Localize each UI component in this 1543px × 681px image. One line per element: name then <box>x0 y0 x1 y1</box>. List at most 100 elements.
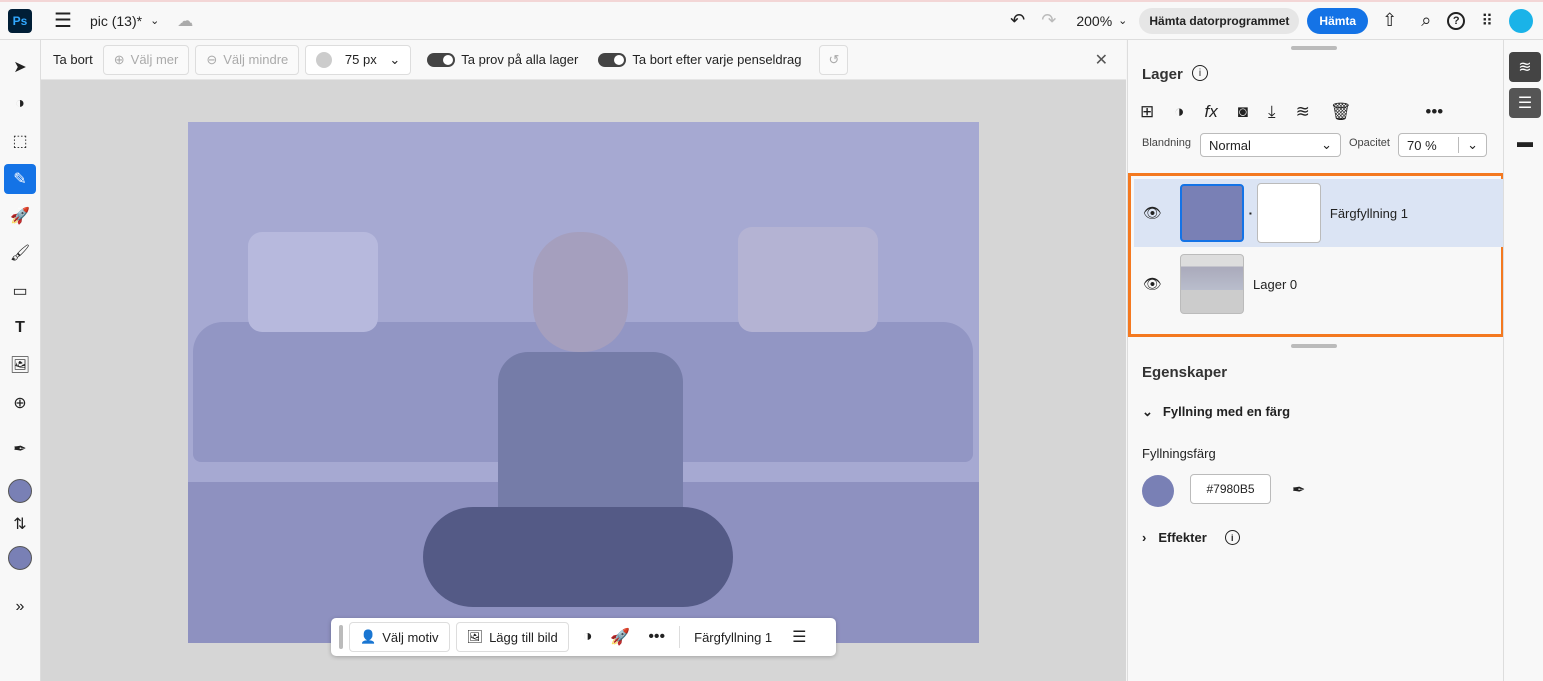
add-image-label: Lägg till bild <box>489 630 558 645</box>
fill-section-header[interactable]: ⌄Fyllning med en färg <box>1142 404 1290 420</box>
opacity-input[interactable]: 70 % ⌄ <box>1398 133 1487 157</box>
more-icon[interactable]: ••• <box>648 628 665 646</box>
adjustment-layer-icon[interactable]: ◑ <box>1174 102 1184 122</box>
undo-icon[interactable]: ↶ <box>1010 10 1025 31</box>
right-sidebar: ≋ ☰ ▬ <box>1503 40 1543 681</box>
close-icon[interactable]: ✕ <box>1095 50 1108 70</box>
panel-drag-handle[interactable] <box>1291 344 1337 348</box>
remove-after-stroke-toggle[interactable] <box>598 53 626 67</box>
comments-icon[interactable]: ▬ <box>1509 128 1541 158</box>
top-bar: Ps ☰ pic (13)* ⌄ ☁ ↶ ↷ 200% ⌄ Hämta dato… <box>0 0 1543 40</box>
reset-icon[interactable]: ↺ <box>819 45 848 75</box>
swap-colors-icon[interactable]: ⇅ <box>4 509 36 539</box>
zoom-chevron-icon[interactable]: ⌄ <box>1118 14 1127 27</box>
layer-row-fill[interactable]: 👁 ▪ Färgfyllning 1 <box>1134 179 1504 247</box>
redo-icon[interactable]: ↷ <box>1041 10 1056 31</box>
clip-icon[interactable]: ⤓ <box>1268 102 1276 122</box>
share-icon[interactable]: ⇧ <box>1382 10 1397 31</box>
move-tool-icon[interactable]: ➤ <box>4 52 36 82</box>
fx-icon[interactable]: fx <box>1205 102 1218 122</box>
document-title[interactable]: pic (13)* <box>90 13 142 29</box>
quick-actions-icon[interactable]: 🚀 <box>610 627 630 647</box>
blend-mode-dropdown[interactable]: Normal⌄ <box>1200 133 1341 157</box>
avatar[interactable] <box>1509 9 1533 33</box>
healing-brush-tool-icon[interactable]: ✎ <box>4 164 36 194</box>
remove-after-stroke-label: Ta bort efter varje penseldrag <box>632 52 801 67</box>
select-less-label: Välj mindre <box>223 52 288 67</box>
visibility-eye-icon[interactable]: 👁 <box>1143 204 1162 222</box>
document-image[interactable] <box>188 122 979 643</box>
add-image-icon[interactable]: ⊕ <box>4 388 36 418</box>
menu-icon[interactable]: ☰ <box>54 8 72 33</box>
adjustment-icon[interactable]: ◑ <box>583 628 593 646</box>
contextual-taskbar: 👤Välj motiv 🖼Lägg till bild ◑ 🚀 ••• Färg… <box>331 618 836 656</box>
adjust-tool-icon[interactable]: ◑ <box>4 89 36 119</box>
layer-stack-icon[interactable]: ≋ <box>1296 102 1310 122</box>
panel-drag-handle[interactable] <box>1291 46 1337 50</box>
background-color-swatch[interactable] <box>4 543 36 573</box>
info-icon[interactable]: i <box>1225 530 1240 545</box>
expand-toolbar-icon[interactable]: » <box>4 592 36 622</box>
fill-color-swatch[interactable] <box>1142 475 1174 507</box>
more-icon[interactable]: ••• <box>1425 102 1443 122</box>
zoom-level[interactable]: 200% <box>1076 13 1112 29</box>
sample-all-layers-toggle[interactable] <box>427 53 455 67</box>
plus-circle-icon: ⊕ <box>114 52 125 68</box>
photoshop-logo: Ps <box>8 9 32 33</box>
place-image-icon[interactable]: 🖼 <box>4 350 36 380</box>
blend-label: Blandning <box>1142 137 1191 149</box>
child-head <box>533 232 628 352</box>
select-subject-button[interactable]: 👤Välj motiv <box>349 622 450 652</box>
chevron-down-icon[interactable]: ⌄ <box>150 14 159 27</box>
foreground-color-swatch[interactable] <box>4 476 36 506</box>
brush-size-dropdown[interactable]: 75 px ⌄ <box>305 45 411 75</box>
layer-name: Lager 0 <box>1253 277 1297 292</box>
chevron-down-icon: ⌄ <box>389 52 400 68</box>
cloud-icon: ☁ <box>177 11 193 31</box>
selection-tool-icon[interactable]: ⬚ <box>4 126 36 156</box>
search-icon[interactable]: ⌕ <box>1421 10 1431 31</box>
canvas-area[interactable]: 👤Välj motiv 🖼Lägg till bild ◑ 🚀 ••• Färg… <box>41 80 1126 681</box>
effects-section-header[interactable]: ›Effekteri <box>1142 530 1240 545</box>
brush-size-value: 75 px <box>345 52 377 67</box>
rectangle-tool-icon[interactable]: ▭ <box>4 276 36 306</box>
select-less-button[interactable]: ⊖ Välj mindre <box>195 45 299 75</box>
layers-panel-icon[interactable]: ≋ <box>1509 52 1541 82</box>
add-image-button[interactable]: 🖼Lägg till bild <box>456 622 569 652</box>
help-icon[interactable]: ? <box>1447 12 1465 30</box>
link-icon[interactable]: ▪ <box>1249 209 1252 218</box>
apps-grid-icon[interactable]: ⠿ <box>1481 11 1493 31</box>
select-more-label: Välj mer <box>131 52 179 67</box>
visibility-eye-icon[interactable]: 👁 <box>1143 275 1162 293</box>
fill-color-label: Fyllningsfärg <box>1142 446 1216 461</box>
select-more-button[interactable]: ⊕ Välj mer <box>103 45 190 75</box>
chevron-down-icon: ⌄ <box>1321 137 1332 153</box>
mask-icon[interactable]: ◙ <box>1238 102 1248 122</box>
minus-circle-icon: ⊖ <box>206 52 217 68</box>
layer-row-image[interactable]: 👁 Lager 0 <box>1134 250 1504 318</box>
child-legs <box>423 507 733 607</box>
eyedropper-icon[interactable]: ✒ <box>4 434 36 464</box>
delete-icon[interactable]: 🗑 <box>1330 102 1352 122</box>
eyedropper-icon[interactable]: ✒ <box>1292 480 1305 500</box>
layers-list: 👁 ▪ Färgfyllning 1 👁 Lager 0 <box>1128 173 1504 337</box>
layers-title: Lager <box>1142 66 1183 83</box>
image-thumbnail <box>1180 254 1244 314</box>
add-layer-icon[interactable]: ⊞ <box>1140 102 1154 122</box>
fill-hex-input[interactable]: #7980B5 <box>1190 474 1271 504</box>
get-desktop-button[interactable]: Hämta datorprogrammet <box>1139 8 1299 34</box>
chevron-down-icon[interactable]: ⌄ <box>1458 137 1478 153</box>
properties-sliders-icon[interactable]: ☰ <box>792 627 806 647</box>
brush-tool-icon[interactable]: 🖌 <box>4 238 36 268</box>
quick-actions-icon[interactable]: 🚀 <box>4 201 36 231</box>
opacity-value: 70 % <box>1407 138 1437 153</box>
options-bar: Ta bort ⊕ Välj mer ⊖ Välj mindre 75 px ⌄ Ta… <box>41 40 1126 80</box>
get-button[interactable]: Hämta <box>1307 8 1368 34</box>
info-icon[interactable]: i <box>1192 65 1208 81</box>
drag-handle[interactable] <box>339 625 343 649</box>
type-tool-icon[interactable]: T <box>4 313 36 343</box>
adjustments-panel-icon[interactable]: ☰ <box>1509 88 1541 118</box>
mask-thumbnail <box>1257 183 1321 243</box>
remove-mode-label[interactable]: Ta bort <box>53 52 93 67</box>
child-shirt <box>498 352 683 532</box>
